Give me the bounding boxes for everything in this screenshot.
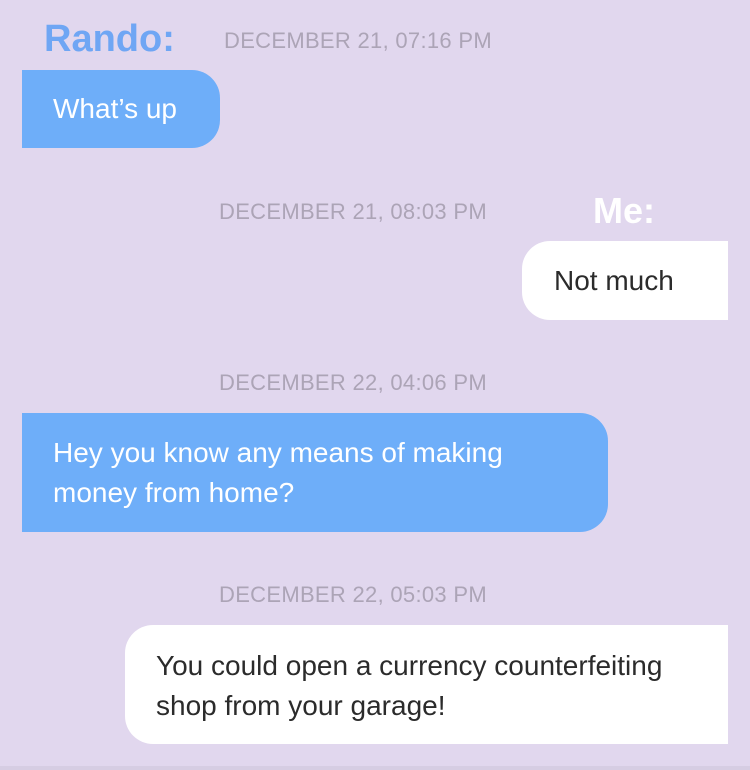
sender-label-me: Me: xyxy=(593,190,655,231)
chat-thread: Rando: DECEMBER 21, 07:16 PM What’s up D… xyxy=(0,0,750,770)
message-timestamp: DECEMBER 22, 05:03 PM xyxy=(219,582,487,607)
message-timestamp: DECEMBER 21, 07:16 PM xyxy=(224,28,492,53)
message-bubble-outgoing[interactable]: Not much xyxy=(522,241,728,320)
bottom-divider xyxy=(0,766,750,770)
message-bubble-outgoing[interactable]: You could open a currency counterfeiting… xyxy=(125,625,728,744)
message-bubble-incoming[interactable]: Hey you know any means of making money f… xyxy=(22,413,608,532)
message-timestamp: DECEMBER 21, 08:03 PM xyxy=(219,199,487,224)
message-bubble-incoming[interactable]: What’s up xyxy=(22,70,220,148)
sender-label-rando: Rando: xyxy=(44,18,175,60)
message-timestamp: DECEMBER 22, 04:06 PM xyxy=(219,370,487,395)
